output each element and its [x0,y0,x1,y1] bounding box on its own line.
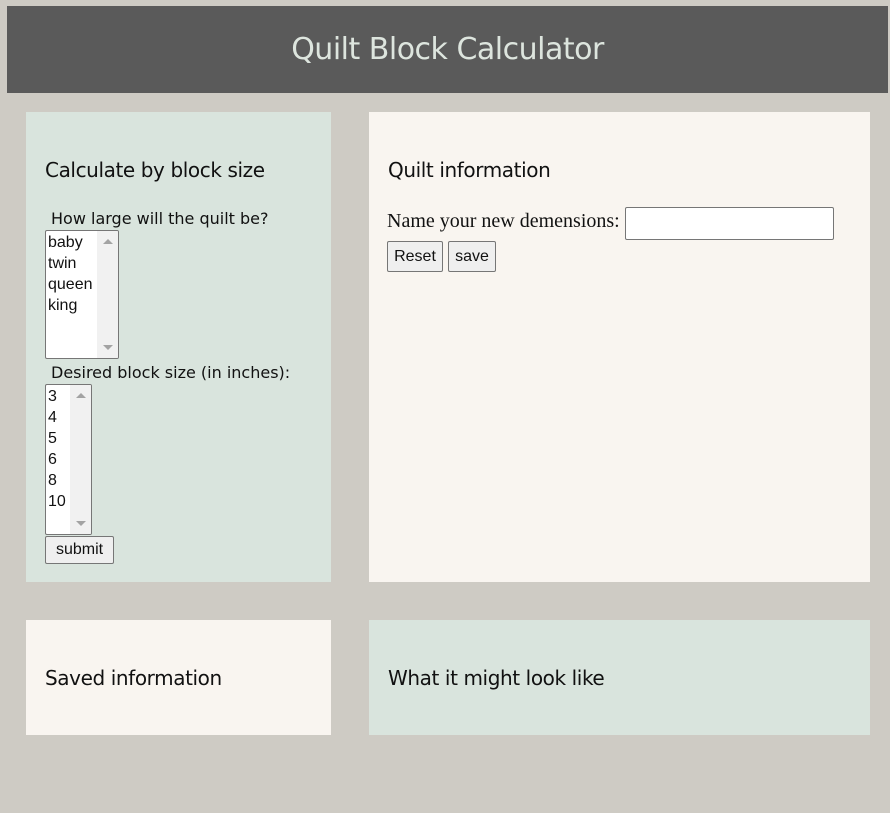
calculate-panel: Calculate by block size How large will t… [26,112,331,582]
scroll-up-arrow-icon[interactable] [103,239,113,244]
quilt-information-heading: Quilt information [388,158,551,182]
quilt-size-label: How large will the quilt be? [51,209,269,228]
scroll-up-arrow-icon[interactable] [76,393,86,398]
submit-button[interactable]: submit [45,536,114,564]
quilt-size-listbox[interactable]: baby twin queen king [45,230,119,359]
block-size-label: Desired block size (in inches): [51,363,291,382]
saved-information-panel: Saved information [26,620,331,735]
quilt-information-panel: Quilt information Name your new demensio… [369,112,870,582]
name-dimensions-input[interactable] [625,207,834,240]
calculate-heading: Calculate by block size [45,158,265,182]
name-dimensions-label: Name your new demensions: [387,210,620,232]
reset-button[interactable]: Reset [387,241,443,272]
block-size-listbox[interactable]: 3 4 5 6 8 10 [45,384,92,535]
quilt-size-scrollbar[interactable] [97,231,118,358]
saved-information-heading: Saved information [45,666,222,690]
preview-panel: What it might look like [369,620,870,735]
preview-heading: What it might look like [388,666,605,690]
page-header: Quilt Block Calculator [7,6,888,93]
save-button[interactable]: save [448,241,496,272]
block-size-scrollbar[interactable] [70,385,91,534]
scroll-down-arrow-icon[interactable] [76,521,86,526]
scroll-down-arrow-icon[interactable] [103,345,113,350]
page-title: Quilt Block Calculator [291,32,604,67]
